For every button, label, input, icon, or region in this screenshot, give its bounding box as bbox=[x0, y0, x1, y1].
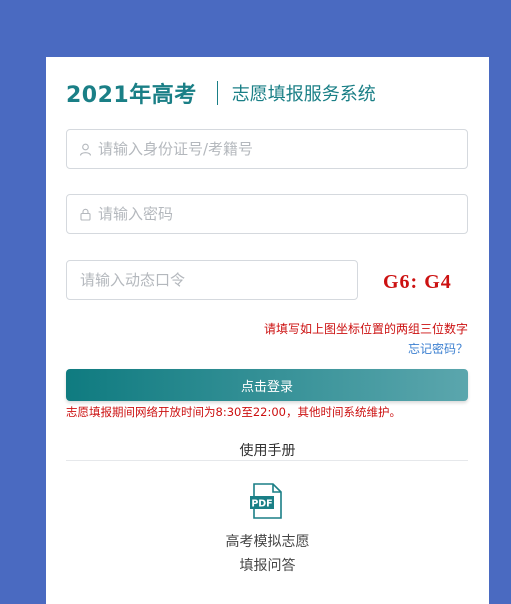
service-hours-notice: 志愿填报期间网络开放时间为8:30至22:00，其他时间系统维护。 bbox=[66, 405, 401, 419]
lock-icon bbox=[78, 207, 92, 221]
login-button[interactable]: 点击登录 bbox=[66, 369, 468, 401]
coordinate-hint: 请填写如上图坐标位置的两组三位数字 bbox=[263, 322, 468, 336]
id-input[interactable] bbox=[98, 130, 467, 168]
user-icon bbox=[78, 142, 92, 156]
manual-title: 使用手册 bbox=[215, 443, 320, 459]
header: 2021年高考 志愿填报服务系统 bbox=[66, 77, 376, 109]
coordinate-challenge: G6: G4 bbox=[383, 271, 452, 293]
manual-divider bbox=[66, 460, 468, 461]
system-title: 志愿填报服务系统 bbox=[231, 84, 376, 105]
faq-line1[interactable]: 高考模拟志愿 bbox=[46, 530, 489, 554]
faq-link[interactable]: 高考模拟志愿 填报问答 bbox=[46, 530, 489, 578]
manual-heading: 使用手册 bbox=[46, 440, 489, 460]
forgot-password-link[interactable]: 忘记密码？ bbox=[408, 340, 468, 357]
password-input[interactable] bbox=[98, 195, 467, 233]
login-card: 2021年高考 志愿填报服务系统 G6: G4 请填写如上图坐标位置的两组三位数… bbox=[46, 57, 489, 604]
pdf-icon[interactable]: PDF bbox=[248, 482, 286, 520]
dynamic-code-input[interactable] bbox=[78, 261, 357, 299]
header-divider bbox=[216, 81, 218, 105]
pdf-label: PDF bbox=[251, 499, 272, 510]
password-field[interactable] bbox=[66, 194, 468, 234]
dynamic-code-field[interactable] bbox=[66, 260, 358, 300]
id-field[interactable] bbox=[66, 129, 468, 169]
year-title: 2021年高考 bbox=[66, 83, 197, 108]
faq-line2[interactable]: 填报问答 bbox=[46, 554, 489, 578]
